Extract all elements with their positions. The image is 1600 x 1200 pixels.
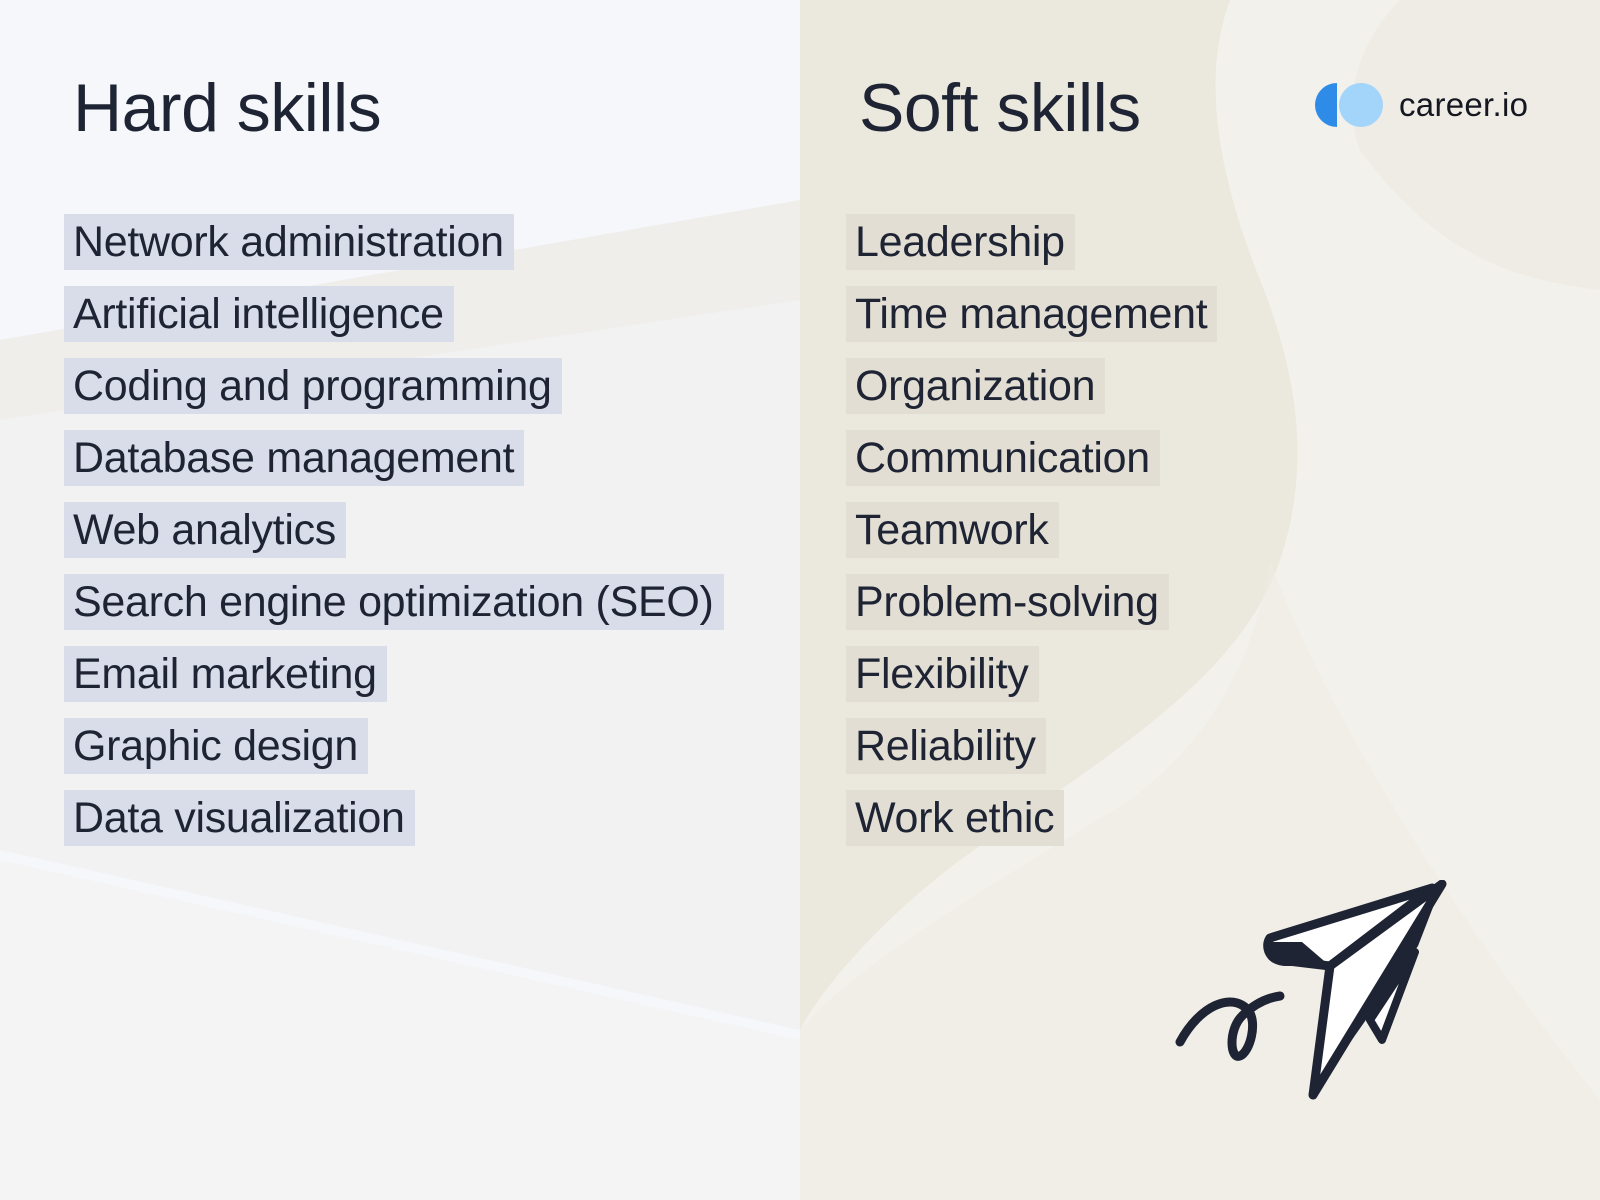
hard-skill-item: Graphic design xyxy=(64,718,369,774)
soft-skill-item: Time management xyxy=(846,286,1218,342)
hard-skill-item: Search engine optimization (SEO) xyxy=(64,574,724,630)
hard-skill-item: Database management xyxy=(64,430,525,486)
soft-skill-item: Reliability xyxy=(846,718,1046,774)
hard-skill-item: Email marketing xyxy=(64,646,387,702)
soft-skills-list: Leadership Time management Organization … xyxy=(846,214,1218,862)
hard-skill-item: Network administration xyxy=(64,214,514,270)
logo-circle xyxy=(1339,83,1383,127)
hard-skills-list: Network administration Artificial intell… xyxy=(64,214,724,862)
soft-skill-item: Communication xyxy=(846,430,1160,486)
soft-skill-item: Flexibility xyxy=(846,646,1039,702)
brand-logo[interactable]: career.io xyxy=(1315,83,1528,127)
brand-name: career.io xyxy=(1399,86,1529,123)
hard-skills-panel: Hard skills Network administration Artif… xyxy=(0,0,800,1200)
hard-skill-item: Artificial intelligence xyxy=(64,286,454,342)
paper-plane-icon xyxy=(1175,880,1447,1100)
two-circle-logo-icon xyxy=(1315,83,1385,127)
swirl-trail xyxy=(1175,991,1285,1061)
soft-skill-item: Leadership xyxy=(846,214,1075,270)
hard-skill-item: Web analytics xyxy=(64,502,346,558)
soft-skills-panel: Soft skills career.io Leadership Time ma… xyxy=(800,0,1600,1200)
hard-skill-item: Coding and programming xyxy=(64,358,562,414)
soft-skill-item: Problem-solving xyxy=(846,574,1169,630)
hard-skills-title: Hard skills xyxy=(73,70,382,146)
soft-skills-title: Soft skills xyxy=(859,70,1141,146)
logo-half-circle xyxy=(1315,83,1337,127)
soft-skill-item: Work ethic xyxy=(846,790,1065,846)
hard-skill-item: Data visualization xyxy=(64,790,415,846)
soft-skill-item: Organization xyxy=(846,358,1106,414)
soft-skill-item: Teamwork xyxy=(846,502,1059,558)
